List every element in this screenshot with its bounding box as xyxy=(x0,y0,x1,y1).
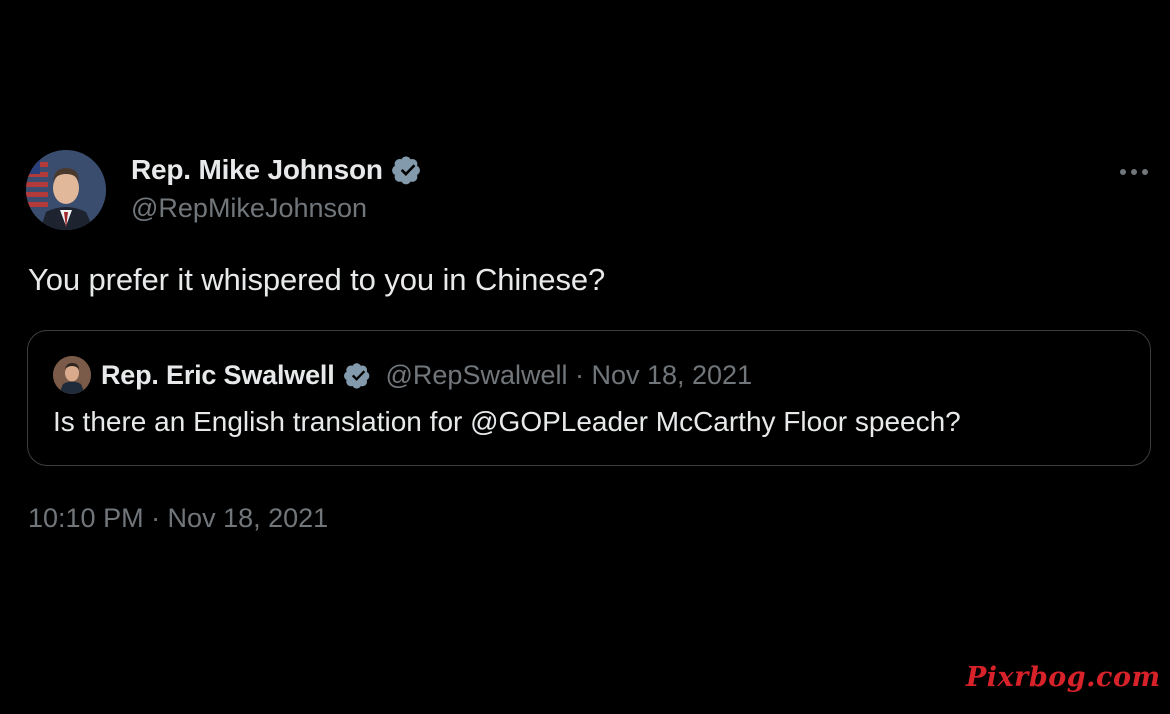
author-name[interactable]: Rep. Mike Johnson xyxy=(131,154,383,186)
quoted-author-avatar xyxy=(53,356,91,394)
quoted-tweet-header: Rep. Eric Swalwell @RepSwalwell · Nov 18… xyxy=(53,355,752,395)
quoted-author-name: Rep. Eric Swalwell xyxy=(101,359,335,390)
tweet-timestamp[interactable]: 10:10 PM · Nov 18, 2021 xyxy=(28,503,328,534)
author-handle[interactable]: @RepMikeJohnson xyxy=(131,193,367,224)
quoted-tweet-card[interactable]: Rep. Eric Swalwell @RepSwalwell · Nov 18… xyxy=(27,330,1151,466)
more-options-button[interactable] xyxy=(1114,158,1154,186)
author-name-row: Rep. Mike Johnson xyxy=(131,152,425,188)
more-horizontal-icon xyxy=(1119,163,1149,181)
quoted-tweet-meta: @RepSwalwell · Nov 18, 2021 xyxy=(385,359,753,390)
verified-badge-icon xyxy=(391,153,425,187)
tweet-text: You prefer it whispered to you in Chines… xyxy=(28,262,606,297)
author-avatar[interactable] xyxy=(26,150,106,230)
quoted-tweet-text: Is there an English translation for @GOP… xyxy=(53,406,961,437)
tweet: Rep. Mike Johnson @RepMikeJohnson You pr… xyxy=(0,0,1170,714)
watermark: Pixrbog.com xyxy=(966,662,1161,693)
verified-badge-icon xyxy=(343,360,374,391)
